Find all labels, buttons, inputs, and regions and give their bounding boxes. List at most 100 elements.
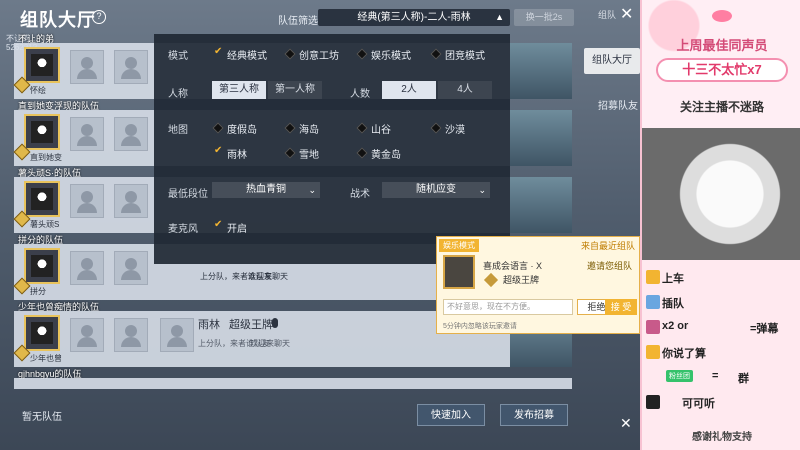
- overlay-line: =弹幕: [750, 323, 779, 335]
- flag-thumbnail: [510, 110, 572, 166]
- accept-button[interactable]: 接 受: [605, 299, 637, 315]
- tab-recruit[interactable]: 招募队友: [598, 97, 638, 112]
- rocket-icon: [646, 320, 660, 334]
- empty-slot-icon: [70, 184, 104, 218]
- empty-slot-icon: [114, 117, 148, 151]
- help-icon[interactable]: ?: [92, 10, 106, 24]
- empty-slot-icon: [70, 251, 104, 285]
- streamer-overlay: 上周最佳同声员 十三不太忙x7 关注主播不迷路 上车 插队 x2 or =弹幕 …: [640, 0, 800, 450]
- page-title: 组队大厅: [20, 10, 96, 30]
- map-option-valley[interactable]: 山谷: [358, 121, 391, 136]
- avatar[interactable]: [24, 47, 60, 83]
- empty-slot-icon: [160, 318, 194, 352]
- publish-recruit-button[interactable]: 发布招募: [500, 404, 568, 426]
- leader-name: 少年也曾: [30, 354, 62, 363]
- person-third[interactable]: 第三人称: [212, 81, 266, 99]
- tactic-label: 战术: [350, 189, 370, 200]
- overlay-line: 插队: [662, 298, 684, 310]
- hand-icon: [646, 345, 660, 359]
- tiktok-icon: [646, 395, 660, 409]
- overlay-best: 上周最佳同声员: [676, 38, 768, 53]
- quick-join-button[interactable]: 快速加入: [417, 404, 485, 426]
- invite-popup: 娱乐模式 来自最近组队 喜成会语言 · X 超级王牌 邀请您组队 不好意思，现在…: [436, 236, 640, 334]
- avatar: [443, 255, 475, 289]
- plane-icon: [646, 295, 660, 309]
- filter-label: 队伍筛选: [278, 16, 318, 27]
- avatar[interactable]: [24, 181, 60, 217]
- close-icon[interactable]: ✕: [620, 4, 633, 24]
- map-option-resort[interactable]: 度假岛: [214, 121, 257, 136]
- overlay-follow: 关注主播不迷路: [679, 100, 764, 114]
- reply-input[interactable]: 不好意思，现在不方便。: [443, 299, 573, 315]
- header: 组队大厅 ? 队伍筛选 经典(第三人称)-二人-雨林 ▲ 换一批2s 组队 ✕: [0, 0, 640, 34]
- webcam-feed: [642, 128, 800, 260]
- filter-select[interactable]: 经典(第三人称)-二人-雨林 ▲: [318, 9, 510, 26]
- flag-thumbnail: [510, 43, 572, 99]
- overlay-line: 上车: [662, 273, 684, 285]
- invite-message: 邀请您组队: [587, 261, 633, 271]
- rank-value: 热血青铜: [246, 184, 286, 195]
- count-4[interactable]: 4人: [438, 81, 492, 99]
- mode-option-team[interactable]: 团竞模式: [432, 47, 485, 62]
- switch-batch-button[interactable]: 换一批2s: [514, 9, 574, 26]
- leader-name: 直到她变: [30, 153, 62, 162]
- avatar[interactable]: [24, 315, 60, 351]
- ignore-option[interactable]: 5分钟内忽略该玩家邀请: [443, 321, 517, 331]
- mode-option-workshop[interactable]: 创意工坊: [286, 47, 339, 62]
- top-team-label: 组队: [598, 10, 617, 20]
- mic-label: 麦克风: [168, 224, 198, 235]
- chevron-down-icon: ⌄: [308, 185, 316, 195]
- tactic-select[interactable]: 随机应变 ⌄: [382, 182, 490, 198]
- map-option-rainforest[interactable]: 雨林: [214, 145, 247, 161]
- rank-select[interactable]: 热血青铜 ⌄: [212, 182, 320, 198]
- map-option-island[interactable]: 海岛: [286, 121, 319, 136]
- map-option-desert[interactable]: 沙漠: [432, 121, 465, 136]
- mic-option-on[interactable]: 开启: [214, 219, 247, 235]
- map-label: 地图: [168, 125, 188, 136]
- chevron-down-icon: ⌄: [478, 185, 486, 195]
- map-option-snow[interactable]: 雪地: [286, 146, 319, 161]
- team-row[interactable]: gjhnbgyu的队伍: [14, 367, 572, 389]
- overlay-line: x2 or: [662, 320, 689, 332]
- close-icon[interactable]: ✕: [620, 415, 632, 432]
- overlay-line: =: [712, 370, 719, 382]
- flag-thumbnail: [510, 177, 572, 233]
- chevron-up-icon: ▲: [495, 12, 504, 22]
- inviter-name: 喜成会语言 · X: [483, 261, 543, 271]
- car-icon: [646, 270, 660, 284]
- overlay-line: 你说了算: [662, 348, 706, 360]
- map-option-gold[interactable]: 黄金岛: [358, 146, 401, 161]
- player-tier: 超级王牌: [229, 319, 273, 331]
- empty-slot-icon: [114, 318, 148, 352]
- team-card[interactable]: [14, 378, 572, 389]
- avatar[interactable]: [24, 248, 60, 284]
- count-2[interactable]: 2人: [382, 81, 436, 99]
- leader-name: 怀绘: [30, 86, 46, 95]
- overlay-line: 可可听: [682, 398, 715, 410]
- mode-label: 模式: [168, 51, 188, 62]
- tactic-value: 随机应变: [416, 184, 456, 195]
- overlay-line: 群: [738, 373, 749, 385]
- player-name: 雨林: [198, 319, 220, 331]
- empty-slot-icon: [114, 50, 148, 84]
- fan-badge: 粉丝团: [666, 370, 693, 382]
- mode-option-fun[interactable]: 娱乐模式: [358, 47, 411, 62]
- rank-label: 最低段位: [168, 189, 208, 200]
- bow-icon: [712, 10, 732, 22]
- empty-slot-icon: [114, 184, 148, 218]
- team-note: 欢迎来聊天: [248, 272, 288, 281]
- leader-name: 拼分: [30, 287, 46, 296]
- empty-slot-icon: [114, 251, 148, 285]
- person-first[interactable]: 第一人称: [268, 81, 322, 99]
- overlay-name: 十三不太忙x7: [656, 58, 788, 82]
- invite-source: 来自最近组队: [580, 241, 635, 251]
- rank-badge-icon: [483, 272, 499, 288]
- team-note: 欢迎来聊天: [250, 339, 290, 348]
- person-label: 人称: [168, 89, 188, 100]
- mic-icon: [272, 318, 278, 328]
- mode-option-classic[interactable]: 经典模式: [214, 46, 267, 62]
- empty-slot-icon: [70, 50, 104, 84]
- empty-slot-icon: [70, 117, 104, 151]
- tab-team-lobby[interactable]: 组队大厅: [584, 48, 640, 74]
- avatar[interactable]: [24, 114, 60, 150]
